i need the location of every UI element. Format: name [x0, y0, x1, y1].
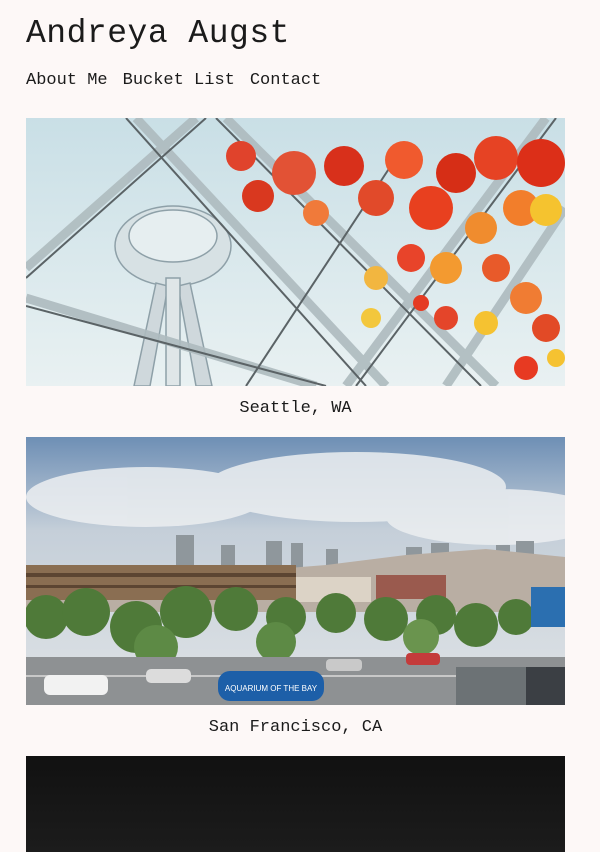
seattle-image [26, 118, 565, 386]
photo-seattle [26, 118, 565, 386]
dark-image [26, 756, 565, 852]
photo-san-francisco: AQUARIUM OF THE BAY [26, 437, 565, 705]
nav-link-contact[interactable]: Contact [250, 70, 321, 92]
san-francisco-image: AQUARIUM OF THE BAY [26, 437, 565, 705]
aquarium-sign-text: AQUARIUM OF THE BAY [225, 684, 318, 693]
main-nav: About Me Bucket List Contact [26, 70, 321, 92]
photo-caption-seattle: Seattle, WA [239, 399, 352, 418]
photo-dark [26, 756, 565, 852]
nav-link-about-me[interactable]: About Me [26, 70, 108, 92]
photo-caption-san-francisco: San Francisco, CA [208, 718, 383, 737]
nav-link-bucket-list[interactable]: Bucket List [123, 70, 235, 92]
site-title: Andreya Augst [26, 15, 290, 52]
